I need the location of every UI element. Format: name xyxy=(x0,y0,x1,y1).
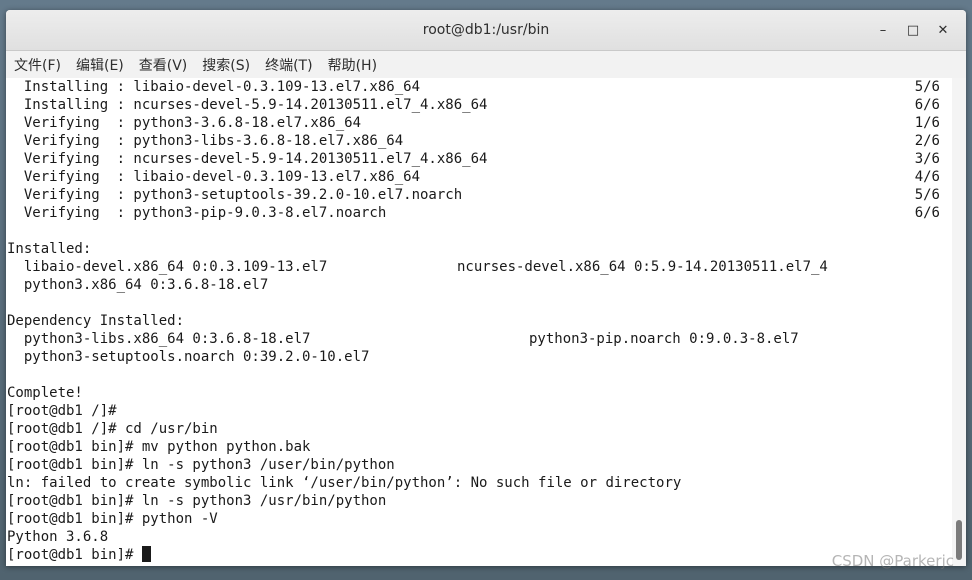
window-controls: – □ ✕ xyxy=(868,10,958,50)
transaction-line: Verifying : libaio-devel-0.3.109-13.el7.… xyxy=(7,169,940,185)
session-line: [root@db1 bin]# mv python python.bak xyxy=(7,439,311,455)
menu-file[interactable]: 文件(F) xyxy=(8,52,67,78)
menu-view[interactable]: 查看(V) xyxy=(133,52,194,78)
close-button[interactable]: ✕ xyxy=(928,16,958,44)
dependency-header: Dependency Installed: xyxy=(7,313,185,329)
window-title: root@db1:/usr/bin xyxy=(422,22,550,38)
vertical-scrollbar[interactable] xyxy=(952,78,966,566)
current-prompt-line: [root@db1 bin]# xyxy=(6,546,952,564)
session-line: [root@db1 /]# cd /usr/bin xyxy=(7,421,218,437)
maximize-button[interactable]: □ xyxy=(898,16,928,44)
transaction-line: Installing : libaio-devel-0.3.109-13.el7… xyxy=(7,79,940,95)
transaction-line: Verifying : python3-pip-9.0.3-8.el7.noar… xyxy=(7,205,940,221)
transaction-line: Installing : ncurses-devel-5.9-14.201305… xyxy=(7,97,940,113)
installed-header: Installed: xyxy=(7,241,92,257)
menu-help[interactable]: 帮助(H) xyxy=(322,52,383,78)
menu-bar: 文件(F) 编辑(E) 查看(V) 搜索(S) 终端(T) 帮助(H) xyxy=(6,51,966,79)
menu-edit[interactable]: 编辑(E) xyxy=(70,52,130,78)
terminal-output[interactable]: Installing : libaio-devel-0.3.109-13.el7… xyxy=(6,78,952,566)
title-bar[interactable]: root@db1:/usr/bin – □ ✕ xyxy=(6,10,966,51)
cursor xyxy=(141,546,151,562)
transaction-line: Verifying : python3-setuptools-39.2.0-10… xyxy=(7,187,940,203)
installed-row: python3.x86_64 0:3.6.8-18.el7 xyxy=(7,277,269,293)
session-line: [root@db1 /]# xyxy=(7,403,126,419)
prompt-text: [root@db1 bin]# xyxy=(7,547,142,563)
session-line: [root@db1 bin]# ln -s python3 /usr/bin/p… xyxy=(7,493,387,509)
dependency-row: python3-libs.x86_64 0:3.6.8-18.el7 python… xyxy=(7,331,799,347)
minimize-button[interactable]: – xyxy=(868,16,898,44)
menu-search[interactable]: 搜索(S) xyxy=(196,52,256,78)
transaction-line: Verifying : python3-3.6.8-18.el7.x86_64 1… xyxy=(7,115,940,131)
session-line: [root@db1 bin]# ln -s python3 /user/bin/… xyxy=(7,457,395,473)
scrollbar-thumb[interactable] xyxy=(956,520,962,560)
session-line: Python 3.6.8 xyxy=(7,529,109,545)
dependency-row: python3-setuptools.noarch 0:39.2.0-10.el… xyxy=(7,349,370,365)
session-line: [root@db1 bin]# python -V xyxy=(7,511,218,527)
transaction-line: Verifying : ncurses-devel-5.9-14.2013051… xyxy=(7,151,940,167)
complete-message: Complete! xyxy=(7,385,83,401)
menu-terminal[interactable]: 终端(T) xyxy=(259,52,318,78)
transaction-line: Verifying : python3-libs-3.6.8-18.el7.x8… xyxy=(7,133,940,149)
error-line: ln: failed to create symbolic link ‘/use… xyxy=(7,475,682,491)
desktop-background: root@db1:/usr/bin – □ ✕ 文件(F) 编辑(E) 查看(V… xyxy=(0,0,972,580)
watermark: CSDN @Parkerjc xyxy=(831,552,954,570)
installed-row: libaio-devel.x86_64 0:0.3.109-13.el7 ncur… xyxy=(7,259,828,275)
